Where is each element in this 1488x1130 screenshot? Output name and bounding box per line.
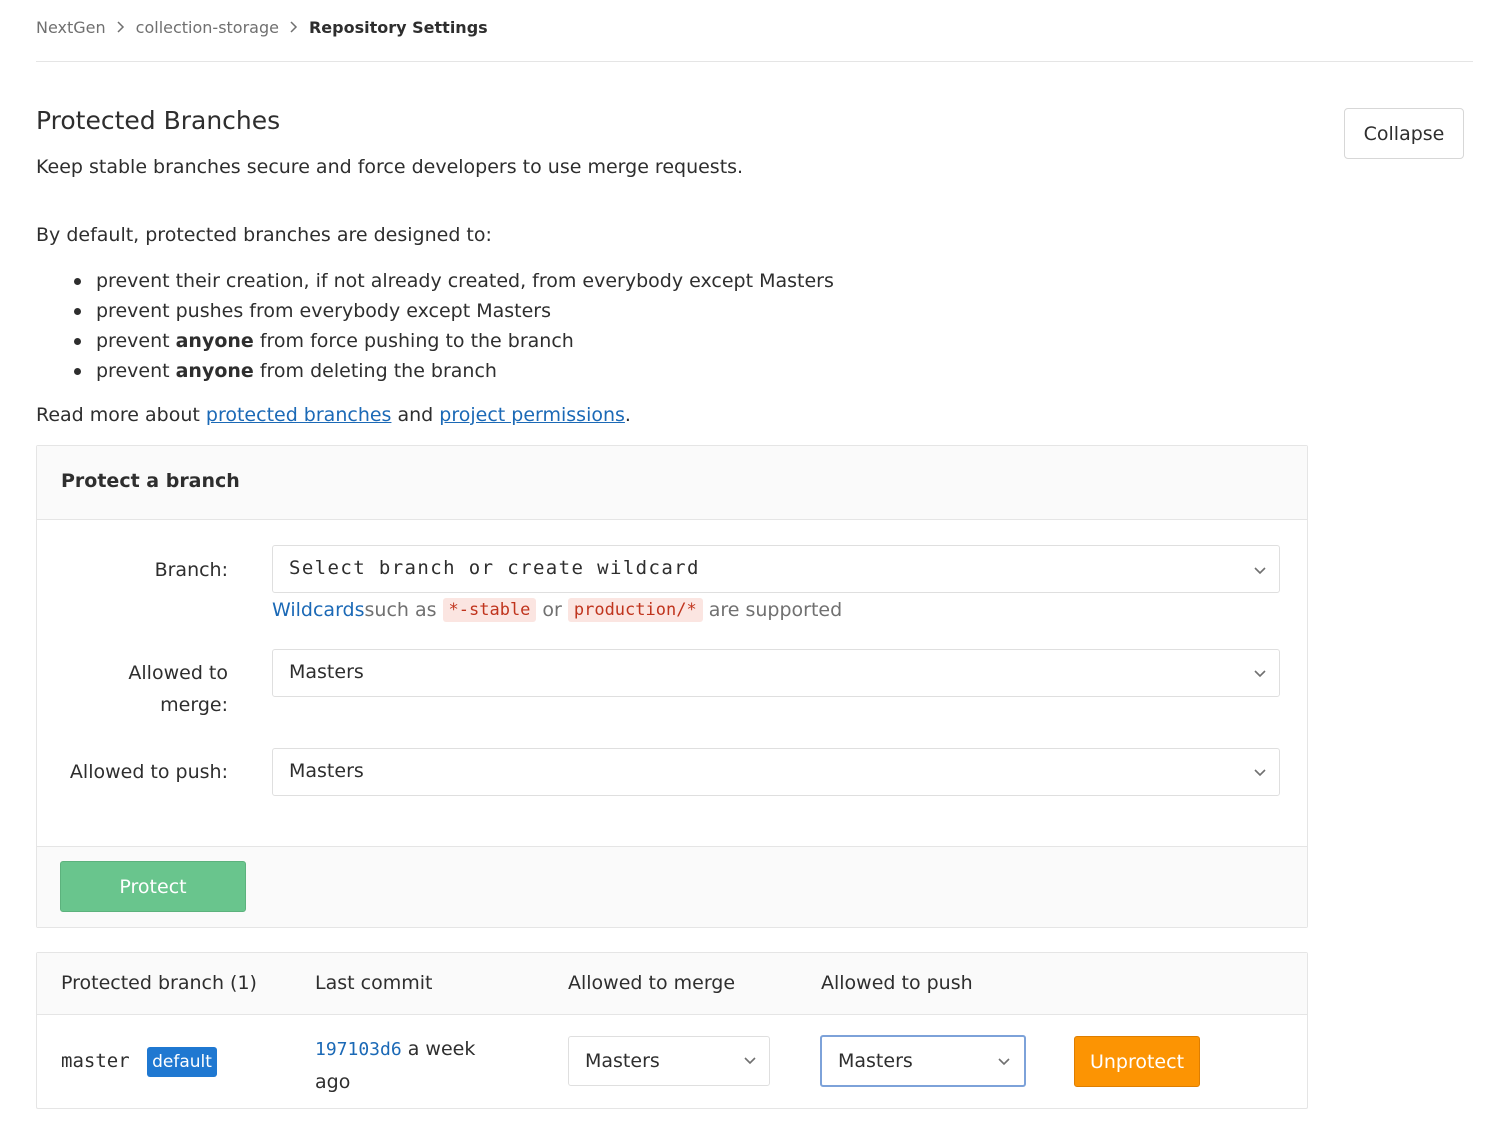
list-item: prevent anyone from deleting the branch (36, 356, 834, 386)
breadcrumb: NextGen collection-storage Repository Se… (36, 14, 488, 40)
section-description: Keep stable branches secure and force de… (36, 156, 744, 178)
column-header-push: Allowed to push (821, 972, 973, 994)
panel-header: Protect a branch (37, 446, 1307, 520)
protect-branch-panel: Protect a branch Branch: Select branch o… (36, 445, 1308, 928)
column-header-merge: Allowed to merge (568, 972, 736, 994)
breadcrumb-group-link[interactable]: NextGen (36, 18, 106, 37)
row-allowed-to-merge-select[interactable]: Masters (568, 1036, 770, 1086)
default-badge: default (147, 1047, 217, 1077)
wildcard-help: Wildcards such as *-stable or production… (272, 598, 843, 622)
chevron-down-icon (1252, 765, 1268, 781)
allowed-to-push-select[interactable]: Masters (272, 748, 1280, 796)
panel-footer: Protect (37, 846, 1307, 927)
chevron-down-icon (996, 1054, 1012, 1070)
collapse-button[interactable]: Collapse (1344, 108, 1464, 159)
protect-button[interactable]: Protect (60, 861, 246, 912)
last-commit: 197103d6 a week ago (315, 1033, 515, 1098)
section-title: Protected Branches (36, 106, 281, 135)
chevron-right-icon (106, 20, 136, 34)
chevron-down-icon (1252, 666, 1268, 682)
branch-select[interactable]: Select branch or create wildcard (272, 545, 1280, 593)
protected-branches-table: Protected branch (1) Last commit Allowed… (36, 952, 1308, 1109)
allowed-to-merge-select[interactable]: Masters (272, 649, 1280, 697)
list-item: prevent anyone from force pushing to the… (36, 326, 834, 356)
chevron-down-icon (1252, 563, 1268, 579)
wildcards-link[interactable]: Wildcards (272, 599, 365, 621)
allowed-to-push-label: Allowed to push: (69, 761, 228, 783)
allowed-to-merge-label: Allowed to merge: (128, 662, 228, 716)
list-item: prevent their creation, if not already c… (36, 266, 834, 296)
branch-label: Branch: (154, 559, 228, 581)
read-more-text: Read more about protected branches and p… (36, 404, 631, 426)
list-item: prevent pushes from everybody except Mas… (36, 296, 834, 326)
column-header-commit: Last commit (315, 972, 433, 994)
breadcrumb-project-link[interactable]: collection-storage (136, 18, 279, 37)
chevron-right-icon (279, 20, 309, 34)
allowed-to-merge-value: Masters (289, 661, 364, 683)
project-permissions-link[interactable]: project permissions (439, 404, 625, 426)
intro-text: By default, protected branches are desig… (36, 224, 492, 246)
allowed-to-push-value: Masters (289, 760, 364, 782)
default-rules-list: prevent their creation, if not already c… (36, 266, 834, 386)
breadcrumb-current: Repository Settings (308, 17, 488, 37)
protected-branches-link[interactable]: protected branches (206, 404, 392, 426)
table-header: Protected branch (1) Last commit Allowed… (37, 953, 1307, 1015)
branch-select-placeholder: Select branch or create wildcard (289, 557, 700, 579)
row-allowed-to-push-select[interactable]: Masters (820, 1035, 1026, 1087)
breadcrumb-divider (36, 61, 1473, 62)
branch-name: master (61, 1050, 130, 1072)
unprotect-button[interactable]: Unprotect (1074, 1036, 1200, 1087)
commit-sha-link[interactable]: 197103d6 (315, 1039, 402, 1060)
chevron-down-icon (742, 1053, 758, 1069)
code-production-example: production/* (567, 598, 703, 622)
code-stable-example: *-stable (442, 598, 537, 622)
panel-title: Protect a branch (61, 470, 240, 492)
column-header-branch: Protected branch (1) (61, 972, 257, 994)
